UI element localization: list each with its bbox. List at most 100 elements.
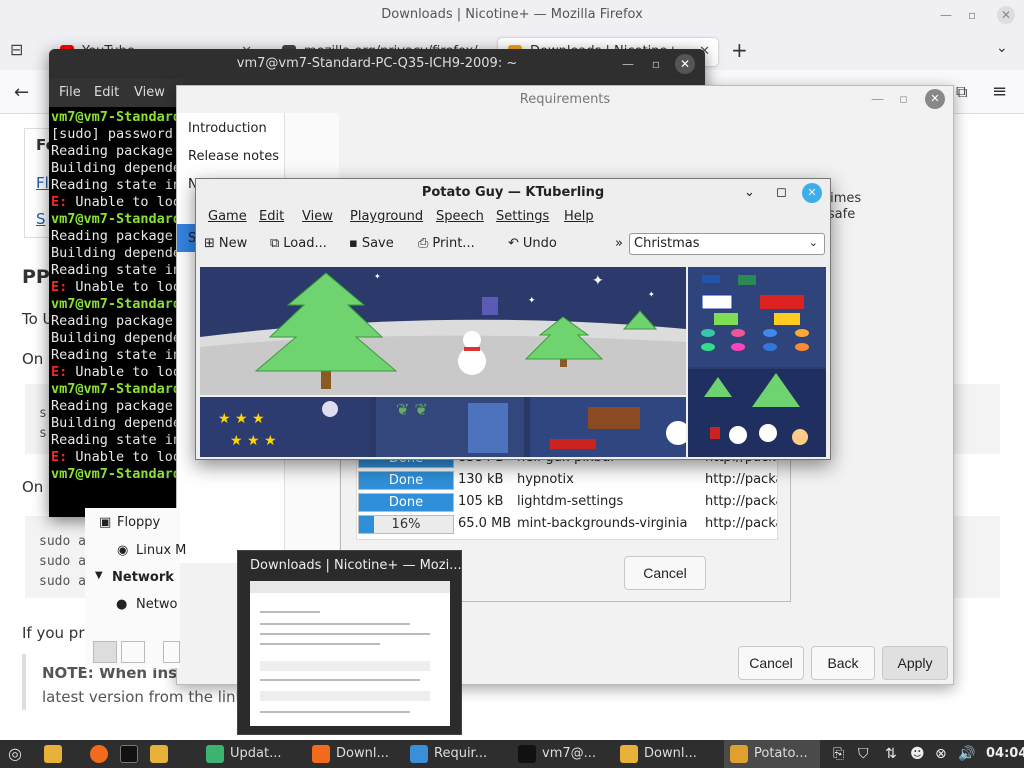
menu-icon[interactable]: ◎ (8, 740, 32, 768)
clipboard-icon[interactable]: ⎘ (833, 740, 844, 768)
new-label: New (218, 236, 248, 251)
clock[interactable]: 04:04 (986, 740, 1024, 768)
back-button[interactable]: Back (811, 646, 875, 680)
preview-title: Downloads | Nicotine+ — Mozi... (250, 558, 462, 573)
requirements-titlebar: Requirements — ▫ ✕ (177, 86, 953, 113)
close-icon[interactable]: ✕ (997, 6, 1015, 24)
menu-edit[interactable]: Edit (94, 85, 119, 100)
undo-button[interactable]: ↶ Undo (508, 236, 557, 251)
taskbar-item-ktuberling[interactable]: Potato... (724, 740, 820, 768)
maximize-icon[interactable]: ▫ (968, 0, 976, 30)
toolbar-overflow-button[interactable]: » (615, 236, 623, 251)
chevron-down-icon: ⌄ (808, 236, 818, 249)
minimize-icon[interactable]: ⌄ (744, 179, 755, 207)
window-preview[interactable]: Downloads | Nicotine+ — Mozi... (237, 550, 462, 735)
save-button[interactable]: ▪ Save (349, 236, 394, 251)
taskbar-item-requirements[interactable]: Requir... (404, 740, 504, 768)
maximize-icon[interactable]: ▫ (647, 55, 665, 73)
christmas-scene: ✦ ✦ ✦ ✦ (200, 272, 686, 395)
menu-view[interactable]: View (302, 209, 333, 224)
package-url: http://packa (705, 516, 778, 531)
volume-icon[interactable]: 🔊 (958, 740, 975, 768)
close-icon[interactable]: ✕ (675, 54, 695, 74)
paragraph: On (22, 350, 44, 368)
shield-icon[interactable]: ⛉ (858, 740, 869, 768)
code-line: s (39, 426, 47, 441)
package-name: hypnotix (517, 472, 574, 487)
playground-select[interactable]: Christmas ⌄ (629, 233, 825, 255)
taskbar-item-downloads[interactable]: Downl... (614, 740, 710, 768)
download-row[interactable]: Done 130 kB hypnotix http://packa (357, 469, 777, 491)
app-icon (312, 744, 330, 763)
cancel-button[interactable]: Cancel (738, 646, 804, 680)
svg-text:★ ★ ★: ★ ★ ★ (218, 411, 265, 427)
menu-icon[interactable]: ≡ (992, 81, 1007, 102)
toc-link[interactable]: Fl (36, 174, 49, 192)
maximize-icon[interactable]: ◻ (776, 179, 787, 207)
list-all-tabs-icon[interactable]: ⊟ (10, 40, 23, 59)
code-line: sudo a (39, 554, 86, 569)
folder-icon[interactable] (150, 740, 174, 768)
progress-status: Done (388, 495, 424, 510)
taskbar-item-firefox[interactable]: Downl... (306, 740, 396, 768)
load-button[interactable]: ⧉ Load... (270, 236, 327, 251)
paragraph: On (22, 478, 44, 496)
taskbar: ◎ Updat... Downl... Requir... vm7@... Downl.… (0, 740, 1024, 768)
dialog-cancel-button[interactable]: Cancel (624, 556, 706, 590)
menu-help[interactable]: Help (564, 209, 594, 224)
download-row[interactable]: 16% 65.0 MB mint-backgrounds-virginia http:… (357, 513, 778, 535)
folder-view-icon[interactable] (93, 641, 117, 663)
scene-backgrounds[interactable]: ★ ★ ★ ★ ★ ★ ❦ ❦ (200, 397, 690, 457)
taskbar-item-update-manager[interactable]: Updat... (200, 740, 298, 768)
network-icon[interactable]: ⇅ (885, 740, 897, 768)
menu-playground[interactable]: Playground (350, 209, 423, 224)
ktuberling-window: Potato Guy — KTuberling ⌄ ◻ ✕ Game Edit Vi… (195, 178, 831, 460)
taskbar-item-label: vm7@... (542, 746, 597, 761)
menu-settings[interactable]: Settings (496, 209, 549, 224)
toc-link[interactable]: S (36, 210, 46, 228)
download-row[interactable]: Done 105 kB lightdm-settings http://packa (357, 491, 777, 513)
maximize-icon[interactable]: ▫ (899, 86, 908, 113)
menu-view[interactable]: View (134, 85, 165, 100)
menu-file[interactable]: File (59, 85, 81, 100)
user-icon[interactable]: ☻ (910, 740, 925, 768)
sidebar-item-introduction[interactable]: Introduction (188, 121, 267, 136)
save-label: Save (361, 236, 394, 251)
pieces-palette[interactable] (688, 267, 826, 457)
taskbar-item-terminal[interactable]: vm7@... (512, 740, 606, 768)
firefox-icon[interactable] (90, 740, 114, 768)
menu-speech[interactable]: Speech (436, 209, 484, 224)
sidebar-item-release-notes[interactable]: Release notes (188, 149, 279, 164)
app-icon (730, 744, 748, 763)
new-button[interactable]: ⊞ New (204, 236, 247, 251)
terminal-title: vm7@vm7-Standard-PC-Q35-ICH9-2009: ~ (236, 56, 518, 71)
print-button[interactable]: ⎙ Print... (418, 236, 475, 251)
playground-canvas[interactable]: ✦ ✦ ✦ ✦ (200, 267, 686, 395)
files-icon[interactable] (44, 740, 68, 768)
minimize-icon[interactable]: — (940, 0, 952, 30)
view-icon[interactable] (163, 641, 180, 663)
terminal-icon[interactable] (120, 740, 144, 768)
new-tab-button[interactable]: + (731, 38, 748, 62)
menu-game[interactable]: Game (208, 209, 247, 224)
close-icon[interactable]: ✕ (925, 89, 945, 109)
tree-view-icon[interactable] (121, 641, 145, 663)
undo-icon: ↶ (508, 236, 519, 251)
network-header-label: Network (112, 570, 174, 585)
minimize-icon[interactable]: — (619, 55, 637, 73)
minimize-icon[interactable]: — (871, 86, 884, 113)
note-bar (22, 654, 26, 710)
chevron-down-icon: ▼ (95, 570, 103, 581)
chevron-down-icon[interactable]: ⌄ (996, 40, 1008, 56)
close-icon[interactable]: ✕ (802, 183, 822, 203)
floppy-label: Floppy (117, 515, 161, 530)
updates-icon[interactable]: ⊗ (935, 740, 947, 768)
linux-label: Linux M (136, 543, 187, 558)
extensions-icon[interactable]: ⧉ (956, 82, 967, 102)
back-arrow-icon[interactable]: ← (14, 82, 29, 103)
undo-label: Undo (522, 236, 557, 251)
download-list[interactable]: Done 8384 Bheif-gdk-pixbuf http://packa Don… (356, 456, 778, 540)
menu-edit[interactable]: Edit (259, 209, 284, 224)
taskbar-item-label: Updat... (230, 746, 282, 761)
apply-button[interactable]: Apply (882, 646, 948, 680)
